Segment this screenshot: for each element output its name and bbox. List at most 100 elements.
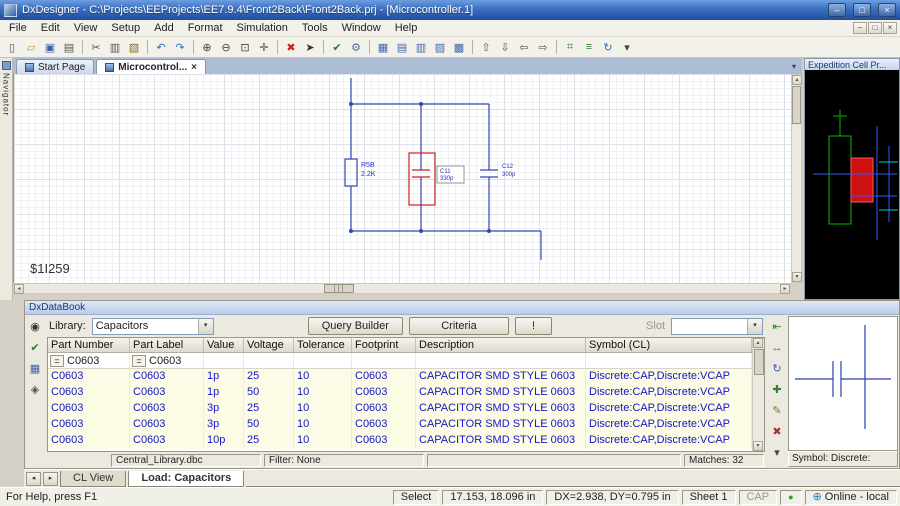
library-dropdown[interactable]: Capacitors ▾ [91,317,214,335]
menu-item-help[interactable]: Help [388,21,425,35]
table-row[interactable]: C0603 C0603 1p 25 10 C0603 CAPACITOR SMD STYLE… [48,369,752,385]
search-symbols-icon[interactable]: ◈ [27,383,43,397]
bang-button[interactable]: ! [514,317,553,335]
table-cell[interactable]: C0603 [48,433,130,449]
table-cell[interactable]: C0603 [352,417,416,433]
table-cell[interactable]: C0603 [352,385,416,401]
filter-cell[interactable] [416,353,586,368]
table-cell[interactable]: 25 [244,433,294,449]
filter-cell[interactable] [294,353,352,368]
column-header-voltage[interactable]: Voltage [244,338,294,352]
verify-part-icon[interactable]: ✔ [27,341,43,355]
save-icon[interactable]: ▣ [41,39,59,56]
mdi-restore-button[interactable]: □ [868,22,882,34]
net-label[interactable]: $1I259 [30,261,70,276]
mdi-minimize-button[interactable]: – [853,22,867,34]
table-cell[interactable]: Discrete:CAP,Discrete:VCAP [586,401,752,417]
criteria-button[interactable]: Criteria [408,317,509,335]
forward-icon[interactable]: ⇨ [534,39,552,56]
column-header-description[interactable]: Description [416,338,586,352]
component-icon[interactable]: ⌗ [561,39,579,56]
scroll-up-icon[interactable]: ▴ [753,338,763,348]
chevron-down-icon[interactable]: ▾ [197,318,213,334]
table-cell[interactable]: Discrete:CAP,Discrete:VCAP [586,385,752,401]
scroll-right-icon[interactable]: ▸ [780,284,790,294]
packager-icon[interactable]: ⚙ [347,39,365,56]
menu-item-file[interactable]: File [2,21,34,35]
swap-symbol-icon[interactable]: ↔ [769,341,785,355]
restore-button[interactable]: □ [853,3,871,17]
filter-operator-dropdown[interactable]: = [50,354,64,367]
merge-cells-icon[interactable]: ▨ [431,39,449,56]
edit-symbol-icon[interactable]: ✎ [769,404,785,418]
table-row[interactable]: C0603 C0603 3p 25 10 C0603 CAPACITOR SMD STYLE… [48,401,752,417]
zoom-fit-icon[interactable]: ⊡ [236,39,254,56]
table-cell[interactable]: C0603 [352,369,416,385]
add-symbol-icon[interactable]: ✚ [769,383,785,397]
tab-cl-view[interactable]: CL View [60,470,127,487]
remove-symbol-icon[interactable]: ✖ [769,425,785,439]
table-cell[interactable]: 3p [204,401,244,417]
table-cell[interactable]: 50 [244,385,294,401]
zoom-out-icon[interactable]: ⊖ [217,39,235,56]
net-icon[interactable]: ≡ [580,39,598,56]
tab-start-page[interactable]: Start Page [16,59,95,74]
menu-item-format[interactable]: Format [181,21,230,35]
schematic-canvas[interactable]: R5B 2.2K C11 330p C12 300p $1I259 [13,74,791,283]
filter-cell[interactable]: = C0603 [130,353,204,368]
split-cells-icon[interactable]: ▩ [450,39,468,56]
table-cell[interactable]: Discrete:CAP,Discrete:VCAP [586,417,752,433]
place-symbol-icon[interactable]: ⇤ [769,320,785,334]
filter-cell[interactable] [586,353,752,368]
menu-item-window[interactable]: Window [335,21,388,35]
pan-icon[interactable]: ✛ [255,39,273,56]
table-cell[interactable]: C0603 [130,417,204,433]
scroll-left-icon[interactable]: ◂ [14,284,24,294]
table-cell[interactable]: 10 [294,433,352,449]
table-cell[interactable]: 10p [204,433,244,449]
table-cell[interactable]: 25 [244,401,294,417]
table-cell[interactable]: C0603 [130,385,204,401]
menu-item-view[interactable]: View [67,21,105,35]
table-cell[interactable]: 10 [294,417,352,433]
table-row[interactable]: C0603 C0603 3p 50 10 C0603 CAPACITOR SMD STYLE… [48,417,752,433]
table-vertical-scrollbar[interactable]: ▴ ▾ [752,338,764,451]
table-cell[interactable]: 10 [294,385,352,401]
rotate-symbol-icon[interactable]: ↻ [769,362,785,376]
promote-icon[interactable]: ⇧ [477,39,495,56]
menu-item-setup[interactable]: Setup [104,21,147,35]
zoom-in-icon[interactable]: ⊕ [198,39,216,56]
tab-list-dropdown-icon[interactable]: ▾ [792,62,796,71]
table-cell[interactable]: C0603 [352,433,416,449]
print-icon[interactable]: ▤ [60,39,78,56]
menu-item-edit[interactable]: Edit [34,21,67,35]
add-column-icon[interactable]: ▥ [412,39,430,56]
toolbar-options-icon[interactable]: ▾ [618,39,636,56]
column-header-value[interactable]: Value [204,338,244,352]
column-header-part-label[interactable]: Part Label [130,338,204,352]
column-header-tolerance[interactable]: Tolerance [294,338,352,352]
tab-scroll-left-icon[interactable]: ◂ [26,471,41,486]
redo-icon[interactable]: ↷ [171,39,189,56]
vertical-scroll-thumb[interactable] [792,86,801,124]
place-part-icon[interactable]: ▦ [27,362,43,376]
scroll-down-icon[interactable]: ▾ [792,272,802,282]
symbol-options-icon[interactable]: ▾ [769,446,785,460]
filter-cell[interactable] [204,353,244,368]
table-cell[interactable]: C0603 [130,433,204,449]
table-cell[interactable]: 10 [294,369,352,385]
table-row[interactable]: C0603 C0603 10p 25 10 C0603 CAPACITOR SMD STYL… [48,433,752,449]
column-header-part-number[interactable]: Part Number [48,338,130,352]
menu-item-tools[interactable]: Tools [295,21,335,35]
filter-cell[interactable] [244,353,294,368]
paste-icon[interactable]: ▧ [125,39,143,56]
filter-cell[interactable] [352,353,416,368]
mdi-close-button[interactable]: × [883,22,897,34]
table-cell[interactable]: C0603 [48,417,130,433]
column-header-symbol-cl[interactable]: Symbol (CL) [586,338,752,352]
scroll-down-icon[interactable]: ▾ [753,441,763,451]
table-cell[interactable]: C0603 [48,369,130,385]
table-cell[interactable]: CAPACITOR SMD STYLE 0603 [416,433,586,449]
table-cell[interactable]: C0603 [48,401,130,417]
table-cell[interactable]: Discrete:CAP,Discrete:VCAP [586,369,752,385]
